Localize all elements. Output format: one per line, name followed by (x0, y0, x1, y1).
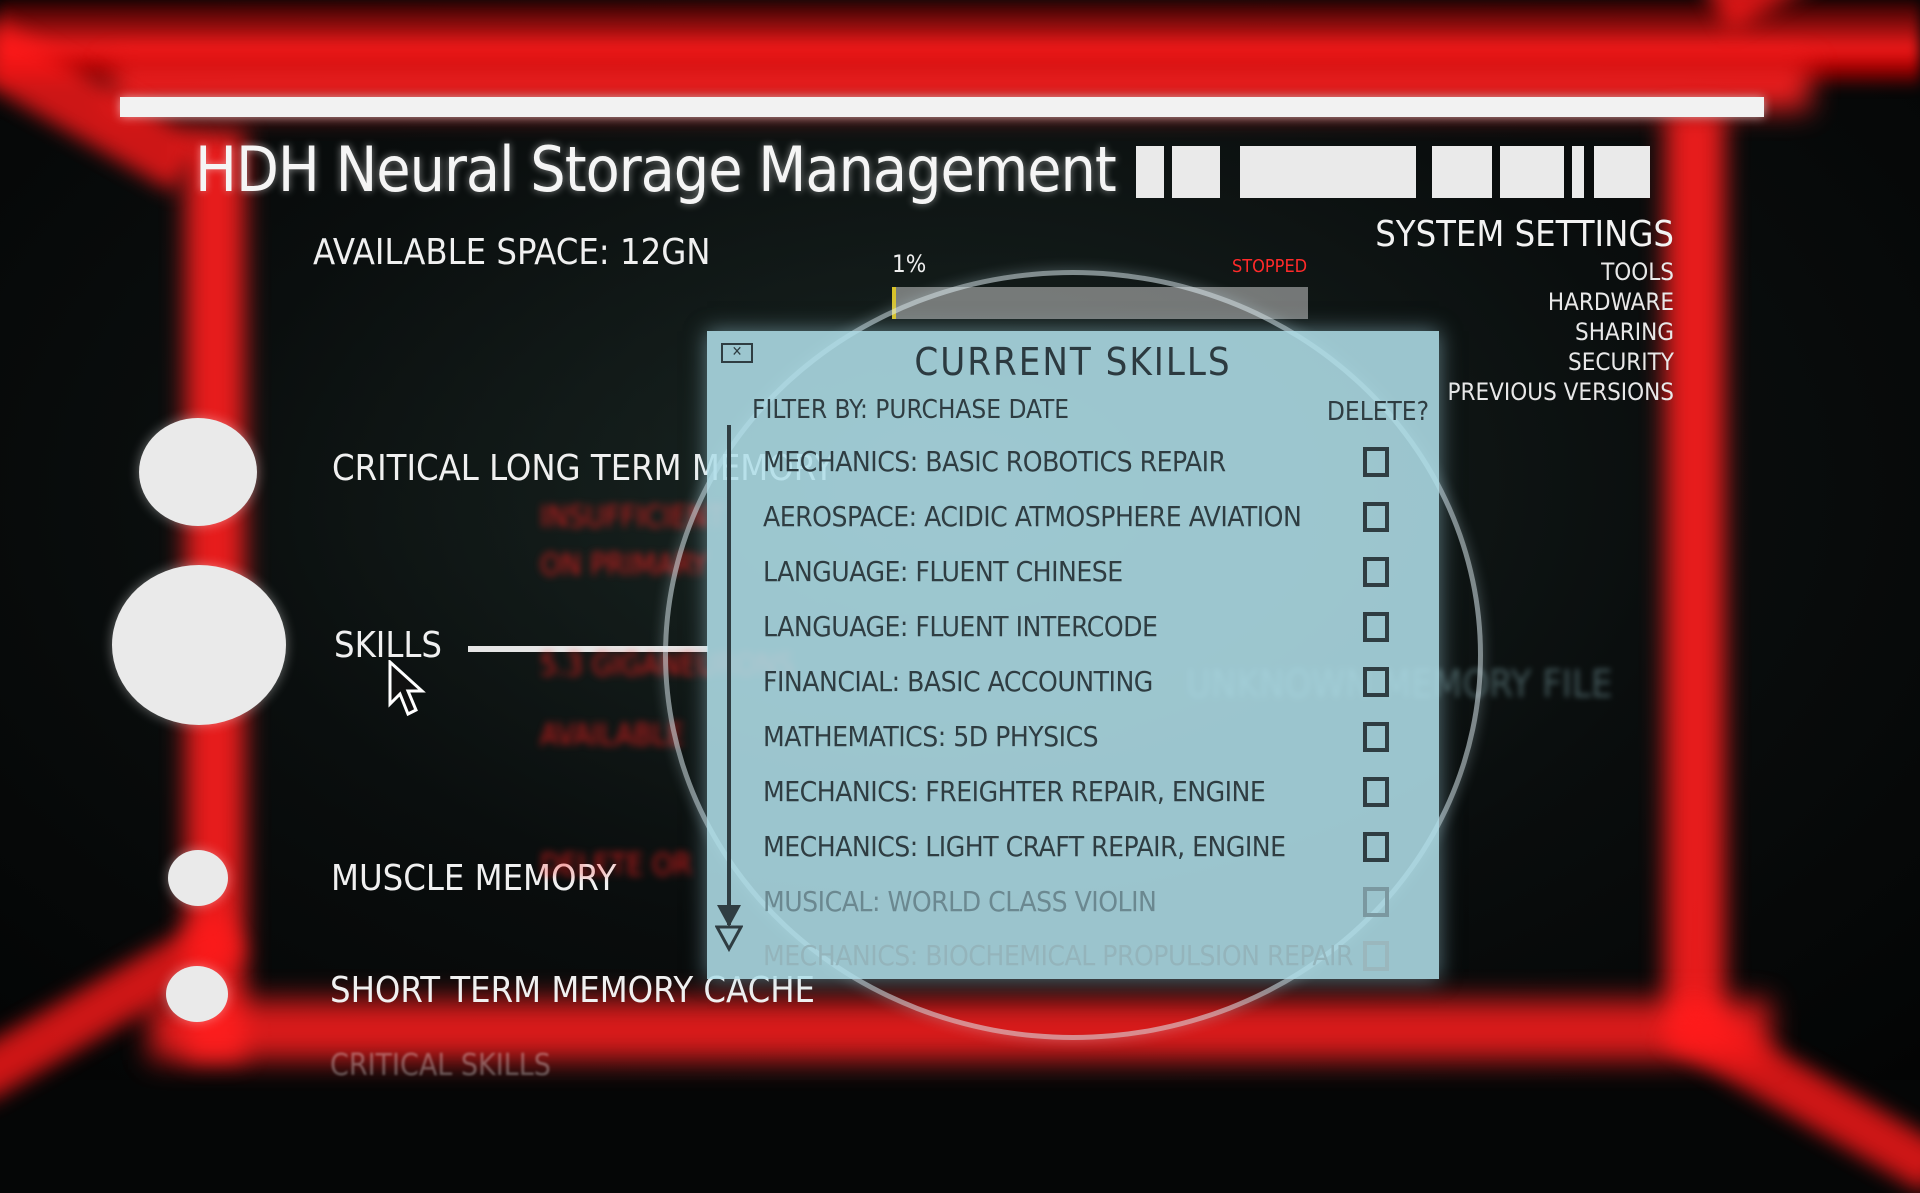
skill-name: LANGUAGE: FLUENT CHINESE (763, 555, 1123, 588)
blurred-warning-text: DELETE OR (540, 848, 693, 883)
delete-checkbox[interactable] (1363, 941, 1389, 971)
filter-dropdown[interactable]: FILTER BY: PURCHASE DATE (752, 395, 1069, 425)
delete-column-header: DELETE? (1326, 397, 1429, 427)
skill-name: AEROSPACE: ACIDIC ATMOSPHERE AVIATION (763, 500, 1302, 533)
delete-checkbox[interactable] (1363, 887, 1389, 917)
scroll-down-arrow-icon[interactable] (715, 903, 743, 953)
skill-name: LANGUAGE: FLUENT INTERCODE (763, 610, 1158, 643)
current-skills-panel: ✕ CURRENT SKILLS FILTER BY: PURCHASE DAT… (707, 331, 1439, 979)
memory-node-dot[interactable] (168, 850, 228, 906)
skill-name: MECHANICS: BASIC ROBOTICS REPAIR (763, 445, 1226, 478)
menu-item-critical-skills[interactable]: CRITICAL SKILLS (330, 1048, 551, 1083)
progress-status: STOPPED (1232, 256, 1308, 277)
skill-row: MECHANICS: FREIGHTER REPAIR, ENGINE (763, 765, 1403, 820)
skill-row: LANGUAGE: FLUENT CHINESE (763, 545, 1403, 600)
delete-checkbox[interactable] (1363, 612, 1389, 642)
blurred-warning-text: AVAILABLE (540, 718, 685, 753)
settings-item-tools[interactable]: TOOLS (1375, 257, 1674, 287)
skill-name: MECHANICS: BIOCHEMICAL PROPULSION REPAIR (763, 939, 1353, 972)
delete-checkbox[interactable] (1363, 777, 1389, 807)
delete-checkbox[interactable] (1363, 502, 1389, 532)
skill-row: MUSICAL: WORLD CLASS VIOLIN (763, 875, 1403, 930)
delete-checkbox[interactable] (1363, 722, 1389, 752)
skill-row: MECHANICS: BASIC ROBOTICS REPAIR (763, 435, 1403, 490)
progress-percent: 1% (892, 250, 927, 278)
skill-row: LANGUAGE: FLUENT INTERCODE (763, 600, 1403, 655)
skill-name: MECHANICS: FREIGHTER REPAIR, ENGINE (763, 775, 1266, 808)
mouse-cursor-icon (388, 660, 426, 717)
system-settings-title[interactable]: SYSTEM SETTINGS (1375, 213, 1674, 257)
delete-checkbox[interactable] (1363, 447, 1389, 477)
delete-checkbox[interactable] (1363, 667, 1389, 697)
memory-node-dot[interactable] (166, 966, 228, 1022)
settings-item-hardware[interactable]: HARDWARE (1375, 287, 1674, 317)
skill-row: FINANCIAL: BASIC ACCOUNTING (763, 655, 1403, 710)
header-bar (120, 97, 1764, 117)
panel-title: CURRENT SKILLS (914, 340, 1232, 384)
available-space: AVAILABLE SPACE: 12GN (313, 232, 711, 273)
skill-name: MUSICAL: WORLD CLASS VIOLIN (763, 885, 1157, 918)
skill-name: MECHANICS: LIGHT CRAFT REPAIR, ENGINE (763, 830, 1286, 863)
delete-checkbox[interactable] (1363, 832, 1389, 862)
skill-row: AEROSPACE: ACIDIC ATMOSPHERE AVIATION (763, 490, 1403, 545)
app-title: HDH Neural Storage Management (195, 133, 1117, 206)
memory-node-dot[interactable] (112, 565, 286, 725)
memory-node-dot[interactable] (139, 418, 257, 526)
delete-checkbox[interactable] (1363, 557, 1389, 587)
skill-name: FINANCIAL: BASIC ACCOUNTING (763, 665, 1153, 698)
skill-row: MATHEMATICS: 5D PHYSICS (763, 710, 1403, 765)
scrollbar-track[interactable] (727, 425, 731, 925)
skill-row: MECHANICS: LIGHT CRAFT REPAIR, ENGINE (763, 820, 1403, 875)
skill-row: MECHANICS: BIOCHEMICAL PROPULSION REPAIR (763, 929, 1403, 979)
skill-name: MATHEMATICS: 5D PHYSICS (763, 720, 1099, 753)
red-frame-right (1665, 110, 1725, 1040)
